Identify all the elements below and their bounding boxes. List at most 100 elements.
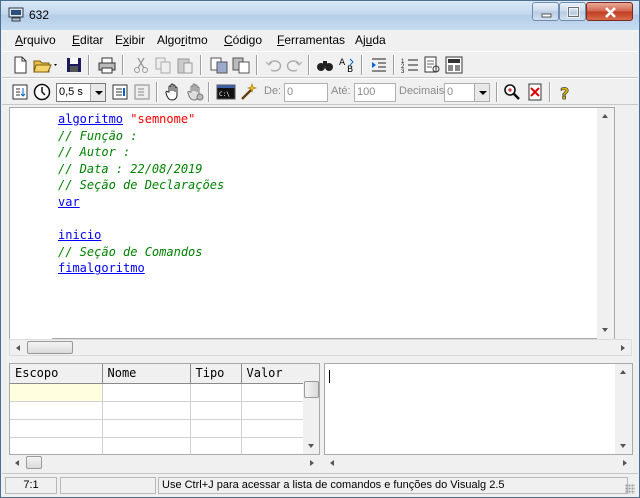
code-line[interactable]: var bbox=[58, 194, 224, 211]
column-header-escopo[interactable]: Escopo bbox=[10, 364, 103, 384]
minimize-button[interactable] bbox=[532, 2, 559, 21]
scroll-down-icon[interactable] bbox=[303, 438, 319, 454]
menu-editar[interactable]: Editar bbox=[72, 33, 103, 47]
title-bar[interactable]: 632 bbox=[1, 1, 639, 30]
table-row[interactable] bbox=[10, 419, 304, 438]
resize-grip-icon[interactable] bbox=[625, 484, 635, 494]
help-button[interactable]: ? bbox=[555, 82, 575, 102]
table-row[interactable] bbox=[10, 437, 304, 454]
output-pane[interactable] bbox=[324, 363, 633, 455]
table-cell[interactable] bbox=[10, 419, 103, 438]
code-line[interactable]: // Seção de Declarações bbox=[58, 177, 224, 194]
editor-horizontal-scrollbar[interactable] bbox=[9, 339, 632, 356]
grid-vertical-scrollbar[interactable] bbox=[303, 364, 319, 454]
replace-button[interactable]: AB bbox=[337, 55, 357, 75]
document-button[interactable] bbox=[422, 55, 442, 75]
table-cell[interactable] bbox=[241, 383, 304, 402]
step-button[interactable] bbox=[10, 82, 30, 102]
paste-source-button[interactable] bbox=[231, 55, 251, 75]
code-line[interactable]: inicio bbox=[58, 227, 224, 244]
find-button[interactable] bbox=[315, 55, 335, 75]
table-cell[interactable] bbox=[10, 437, 103, 454]
column-header-nome[interactable]: Nome bbox=[102, 364, 191, 384]
indent-button[interactable] bbox=[369, 55, 389, 75]
breakpoint-button[interactable] bbox=[185, 82, 205, 102]
table-cell[interactable] bbox=[10, 383, 103, 402]
scroll-left-icon[interactable] bbox=[324, 455, 340, 470]
decimais-select[interactable]: 0 bbox=[444, 83, 490, 102]
stop-timed-button[interactable] bbox=[132, 82, 152, 102]
undo-button[interactable] bbox=[263, 55, 283, 75]
code-line[interactable]: // Função : bbox=[58, 128, 224, 145]
scroll-thumb[interactable] bbox=[304, 381, 319, 398]
print-button[interactable] bbox=[97, 55, 117, 75]
code-line[interactable] bbox=[58, 211, 224, 228]
table-cell[interactable] bbox=[241, 437, 304, 454]
maximize-button[interactable] bbox=[559, 2, 586, 21]
variables-grid[interactable]: Escopo Nome Tipo Valor bbox=[9, 363, 320, 455]
console-button[interactable]: C:\ bbox=[216, 82, 236, 102]
table-cell[interactable] bbox=[190, 419, 242, 438]
line-numbers-button[interactable]: 123 bbox=[400, 55, 420, 75]
close-button[interactable] bbox=[586, 2, 633, 21]
table-cell[interactable] bbox=[190, 383, 242, 402]
scroll-right-icon[interactable] bbox=[617, 455, 633, 470]
open-file-button[interactable] bbox=[32, 55, 60, 75]
copy-button[interactable] bbox=[153, 55, 173, 75]
table-cell[interactable] bbox=[102, 419, 191, 438]
layout-button[interactable] bbox=[444, 55, 464, 75]
magic-button[interactable] bbox=[238, 82, 258, 102]
grid-horizontal-scrollbar[interactable] bbox=[9, 455, 320, 470]
table-cell[interactable] bbox=[10, 401, 103, 420]
table-cell[interactable] bbox=[241, 401, 304, 420]
menu-ajuda[interactable]: Ajuda bbox=[355, 33, 386, 47]
redo-button[interactable] bbox=[285, 55, 305, 75]
code-line[interactable]: // Data : 22/08/2019 bbox=[58, 161, 224, 178]
editor-vertical-scrollbar[interactable] bbox=[597, 108, 614, 340]
column-header-valor[interactable]: Valor bbox=[241, 364, 304, 384]
speed-select[interactable]: 0,5 s bbox=[56, 83, 106, 102]
code-editor[interactable]: algoritmo "semnome"// Função :// Autor :… bbox=[9, 107, 615, 340]
scroll-left-icon[interactable] bbox=[9, 455, 25, 470]
inspect-button[interactable] bbox=[502, 82, 522, 102]
save-button[interactable] bbox=[64, 55, 84, 75]
de-field[interactable]: 0 bbox=[284, 83, 328, 102]
scroll-down-icon[interactable] bbox=[597, 322, 614, 338]
code-line[interactable]: algoritmo "semnome" bbox=[58, 111, 224, 128]
table-row[interactable] bbox=[10, 383, 304, 402]
table-cell[interactable] bbox=[102, 437, 191, 454]
scroll-right-icon[interactable] bbox=[304, 455, 320, 470]
scroll-up-icon[interactable] bbox=[597, 108, 614, 124]
menu-algoritmo[interactable]: Algoritmo bbox=[157, 33, 208, 47]
output-horizontal-scrollbar[interactable] bbox=[324, 455, 633, 470]
table-row[interactable] bbox=[10, 401, 304, 420]
table-cell[interactable] bbox=[241, 419, 304, 438]
code-line[interactable]: // Autor : bbox=[58, 144, 224, 161]
scroll-left-icon[interactable] bbox=[10, 340, 26, 355]
cut-button[interactable] bbox=[131, 55, 151, 75]
bug-button[interactable] bbox=[525, 82, 545, 102]
menu-arquivo[interactable]: Arquivo bbox=[15, 33, 56, 47]
menu-codigo[interactable]: Código bbox=[224, 33, 262, 47]
table-cell[interactable] bbox=[102, 383, 191, 402]
table-cell[interactable] bbox=[190, 437, 242, 454]
pause-button[interactable] bbox=[163, 82, 183, 102]
new-file-button[interactable] bbox=[10, 55, 30, 75]
paste-button[interactable] bbox=[175, 55, 195, 75]
copy-source-button[interactable] bbox=[209, 55, 229, 75]
menu-exibir[interactable]: Exibir bbox=[115, 33, 145, 47]
run-timed-button[interactable] bbox=[110, 82, 130, 102]
scroll-up-icon[interactable] bbox=[615, 364, 632, 380]
ate-field[interactable]: 100 bbox=[354, 83, 396, 102]
table-cell[interactable] bbox=[102, 401, 191, 420]
code-line[interactable]: fimalgoritmo bbox=[58, 260, 224, 277]
column-header-tipo[interactable]: Tipo bbox=[190, 364, 242, 384]
menu-ferramentas[interactable]: Ferramentas bbox=[277, 33, 345, 47]
scroll-right-icon[interactable] bbox=[615, 340, 631, 355]
scroll-thumb[interactable] bbox=[26, 456, 42, 469]
output-vertical-scrollbar[interactable] bbox=[615, 364, 632, 454]
scroll-thumb[interactable] bbox=[27, 341, 73, 354]
scroll-down-icon[interactable] bbox=[615, 438, 632, 454]
timer-button[interactable] bbox=[32, 82, 52, 102]
table-cell[interactable] bbox=[190, 401, 242, 420]
